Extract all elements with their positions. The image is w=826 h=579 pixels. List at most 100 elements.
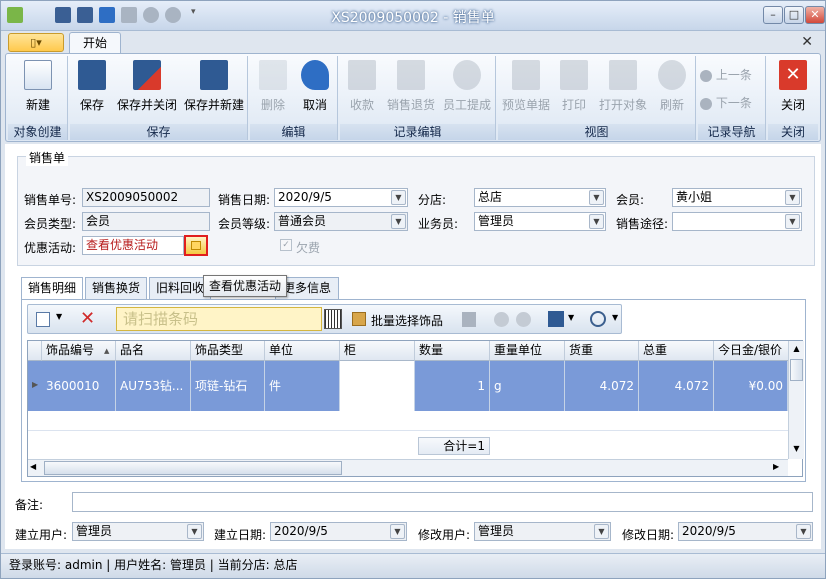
refresh-button[interactable]: 刷新	[652, 58, 692, 113]
order-no-field[interactable]: XS2009050002	[82, 188, 210, 207]
copy-icon[interactable]	[462, 312, 476, 327]
chevron-down-icon[interactable]: ▼	[56, 312, 62, 321]
scroll-thumb[interactable]	[790, 359, 803, 381]
promo-tooltip: 查看优惠活动	[203, 275, 287, 297]
column-header[interactable]: 单位	[265, 341, 340, 361]
save-button[interactable]: 保存	[72, 58, 112, 113]
branch-field[interactable]: 总店 ▼	[474, 188, 606, 207]
barcode-input[interactable]: 请扫描条码	[116, 307, 322, 331]
ribbon-group-close: ✕ 关闭 关闭	[768, 56, 818, 140]
tab-sales-detail[interactable]: 销售明细	[21, 277, 83, 300]
barcode-scan-icon[interactable]	[324, 309, 342, 329]
grid-cell[interactable]: ¥0.00	[714, 361, 788, 411]
member-type-field[interactable]: 会员	[82, 212, 210, 231]
scroll-up-icon[interactable]: ▲	[789, 341, 804, 357]
delete-row-icon[interactable]: ✕	[80, 308, 95, 329]
chevron-down-icon[interactable]: ▼	[391, 214, 406, 229]
table-row[interactable]: ▶ 3600010 AU753钻... 项链-钻石 件 1 g 4.072 4.…	[28, 361, 788, 411]
modifier-field[interactable]: 管理员 ▼	[474, 522, 611, 541]
minimize-button[interactable]: –	[763, 6, 783, 24]
save-and-new-button[interactable]: 保存并新建	[182, 58, 246, 113]
save-layout-icon[interactable]	[548, 311, 564, 327]
ribbon-tab-home[interactable]: 开始	[69, 32, 121, 54]
salesman-field[interactable]: 管理员 ▼	[474, 212, 606, 231]
up-icon[interactable]	[494, 312, 509, 327]
grid-cell[interactable]: 件	[265, 361, 340, 411]
column-header[interactable]: 重量单位	[490, 341, 565, 361]
owed-checkbox[interactable]: ✓	[280, 239, 292, 251]
chevron-down-icon[interactable]: ▼	[785, 214, 800, 229]
creator-field[interactable]: 管理员 ▼	[72, 522, 204, 541]
chevron-down-icon[interactable]: ▼	[568, 313, 574, 322]
new-button[interactable]: 新建	[10, 58, 66, 113]
open-object-button[interactable]: 打开对象	[596, 58, 650, 113]
scroll-right-icon[interactable]: ▶	[773, 462, 779, 471]
tab-recycle[interactable]: 旧料回收	[149, 277, 211, 299]
mdi-close-icon[interactable]: ✕	[801, 34, 813, 50]
sales-return-button[interactable]: 销售退货	[384, 58, 438, 113]
save-and-close-button[interactable]: 保存并关闭	[114, 58, 180, 113]
close-window-button[interactable]: ✕	[805, 6, 825, 24]
modified-date-field[interactable]: 2020/9/5 ▼	[678, 522, 813, 541]
undo-icon	[301, 60, 329, 90]
chevron-down-icon[interactable]: ▼	[785, 190, 800, 205]
new-row-icon[interactable]	[36, 312, 50, 327]
grid-cell[interactable]: 1	[415, 361, 490, 411]
column-header[interactable]: 品名	[116, 341, 191, 361]
column-header[interactable]: 货重	[565, 341, 639, 361]
chevron-down-icon[interactable]: ▼	[589, 214, 604, 229]
column-header[interactable]: 饰品类型	[191, 341, 265, 361]
next-record-button[interactable]: 下一条	[700, 94, 764, 111]
chevron-down-icon[interactable]: ▼	[612, 313, 618, 322]
horizontal-scrollbar[interactable]: ◀ ▶	[28, 459, 788, 476]
batch-select-button[interactable]: 批量选择饰品	[371, 312, 443, 329]
scroll-down-icon[interactable]: ▼	[789, 441, 804, 457]
close-button[interactable]: ✕ 关闭	[772, 58, 814, 113]
grid-cell[interactable]: 3600010	[42, 361, 116, 411]
tab-exchange[interactable]: 销售换货	[85, 277, 147, 299]
detail-panel: ▼ ✕ 请扫描条码 批量选择饰品 ▼ ▼ 饰品编号 品名 饰品类型 单位 柜 数…	[21, 299, 806, 482]
collect-payment-button[interactable]: 收款	[342, 58, 382, 113]
column-header[interactable]: 总重	[639, 341, 714, 361]
save-new-icon	[200, 60, 228, 90]
group-title: 销售单	[26, 149, 69, 166]
created-date-field[interactable]: 2020/9/5 ▼	[270, 522, 407, 541]
remark-label: 备注:	[15, 498, 44, 512]
down-icon[interactable]	[516, 312, 531, 327]
staff-commission-button[interactable]: 员工提成	[440, 58, 494, 113]
promo-field[interactable]: 查看优惠活动	[82, 236, 184, 255]
grid-cell[interactable]: g	[490, 361, 565, 411]
column-header[interactable]: 数量	[415, 341, 490, 361]
grid-cell[interactable]	[340, 361, 415, 411]
cancel-button[interactable]: 取消	[296, 58, 334, 113]
branch-label: 分店:	[418, 193, 447, 207]
scroll-left-icon[interactable]: ◀	[30, 462, 36, 471]
column-header[interactable]: 柜	[340, 341, 415, 361]
chevron-down-icon[interactable]: ▼	[589, 190, 604, 205]
grid-cell[interactable]: 项链-钻石	[191, 361, 265, 411]
chevron-down-icon[interactable]: ▼	[796, 524, 811, 539]
member-level-field[interactable]: 普通会员 ▼	[274, 212, 408, 231]
chevron-down-icon[interactable]: ▼	[187, 524, 202, 539]
chevron-down-icon[interactable]: ▼	[390, 524, 405, 539]
maximize-button[interactable]: □	[784, 6, 804, 24]
channel-field[interactable]: ▼	[672, 212, 802, 231]
preview-doc-button[interactable]: 预览单据	[500, 58, 552, 113]
app-menu-button[interactable]: ▯▾	[8, 33, 64, 52]
grid-cell[interactable]: 4.072	[639, 361, 714, 411]
column-header[interactable]: 今日金/银价	[714, 341, 788, 361]
grid-cell[interactable]: 4.072	[565, 361, 639, 411]
search-icon[interactable]	[590, 311, 606, 327]
delete-button[interactable]: 删除	[254, 58, 292, 113]
date-field[interactable]: 2020/9/5 ▼	[274, 188, 408, 207]
member-field[interactable]: 黄小姐 ▼	[672, 188, 802, 207]
vertical-scrollbar[interactable]: ▲ ▼	[788, 341, 804, 459]
prev-record-button[interactable]: 上一条	[700, 66, 764, 83]
scroll-thumb-h[interactable]	[44, 461, 342, 475]
remark-field[interactable]	[72, 492, 813, 512]
chevron-down-icon[interactable]: ▼	[594, 524, 609, 539]
promo-lookup-button[interactable]	[184, 235, 208, 256]
print-button[interactable]: 打印	[554, 58, 594, 113]
chevron-down-icon[interactable]: ▼	[391, 190, 406, 205]
grid-cell[interactable]: AU753钻...	[116, 361, 191, 411]
